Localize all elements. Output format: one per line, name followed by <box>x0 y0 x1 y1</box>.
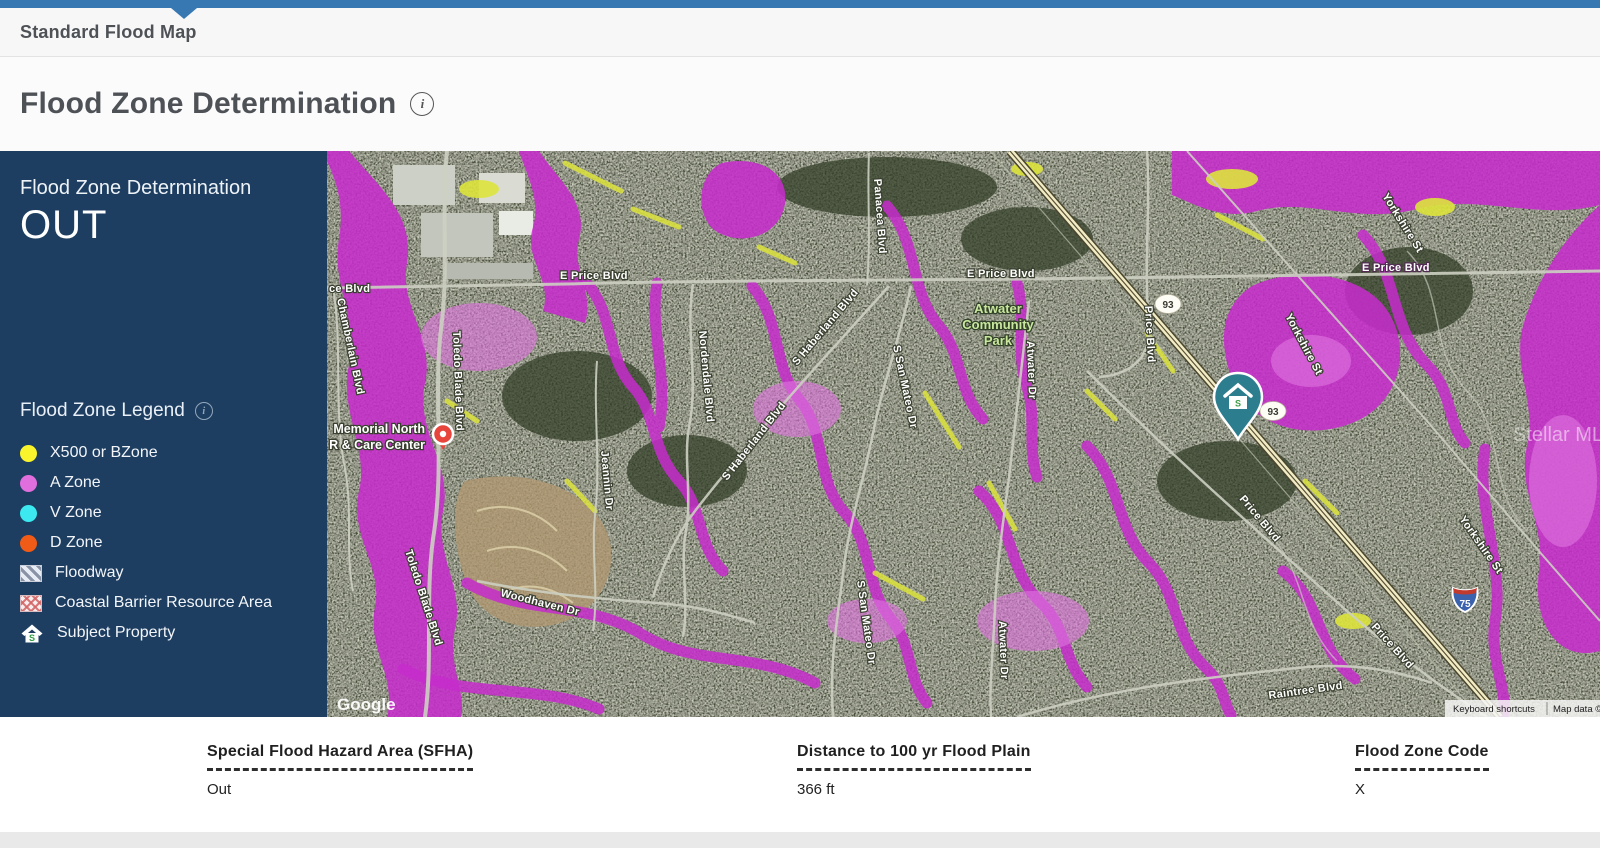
legend-item-floodway: Floodway <box>20 558 307 588</box>
floodway-stripes-swatch <box>20 565 42 582</box>
route-93-badge: 93 <box>1155 295 1181 314</box>
keyboard-shortcuts-link[interactable]: Keyboard shortcuts <box>1453 704 1535 715</box>
x500-zone-swatch <box>20 445 37 462</box>
legend-item-coastal-barrier: Coastal Barrier Resource Area <box>20 588 307 618</box>
footer-strip <box>0 832 1600 848</box>
page-title: Flood Zone Determination <box>20 87 396 121</box>
v-zone-swatch <box>20 505 37 522</box>
route-93-badge: 93 <box>1260 402 1286 421</box>
legend-label: Subject Property <box>57 624 175 642</box>
legend-label: X500 or BZone <box>50 444 158 462</box>
poi-label: R & Care Center <box>329 438 425 452</box>
legend-item-d-zone: D Zone <box>20 528 307 558</box>
subject-pin-s-glyph: S <box>1235 399 1241 409</box>
svg-text:93: 93 <box>1267 407 1279 418</box>
street-label: ce Blvd <box>329 283 370 295</box>
house-icon: S <box>20 623 44 644</box>
legend-title: Flood Zone Legend <box>20 400 185 422</box>
legend-item-a-zone: A Zone <box>20 468 307 498</box>
flood-zone-code-label: Flood Zone Code <box>1355 743 1489 771</box>
legend-label: V Zone <box>50 504 102 522</box>
svg-text:93: 93 <box>1162 300 1174 311</box>
distance-label: Distance to 100 yr Flood Plain <box>797 743 1031 771</box>
street-label: E Price Blvd <box>967 268 1035 280</box>
tab-bar: Standard Flood Map <box>0 8 1600 57</box>
sfha-value: Out <box>207 781 473 798</box>
sfha-label: Special Flood Hazard Area (SFHA) <box>207 743 473 771</box>
sfha-summary: Special Flood Hazard Area (SFHA) Out <box>207 743 473 798</box>
page-header: Flood Zone Determination i <box>0 57 1600 151</box>
legend-item-subject-property: S Subject Property <box>20 618 307 648</box>
flood-map-canvas[interactable]: ce Blvd E Price Blvd E Price Blvd E Pric… <box>327 151 1600 717</box>
street-label: Atwater Dr <box>1024 341 1038 400</box>
summary-section: Special Flood Hazard Area (SFHA) Out Dis… <box>0 717 1600 848</box>
d-zone-swatch <box>20 535 37 552</box>
legend-label: Coastal Barrier Resource Area <box>55 594 272 612</box>
active-tab-accent-bar <box>0 0 1600 8</box>
determination-result: OUT <box>20 200 307 250</box>
distance-value: 366 ft <box>797 781 1031 798</box>
map-data-attribution: Map data ©2 <box>1553 704 1600 715</box>
legend-label: A Zone <box>50 474 101 492</box>
street-label: E Price Blvd <box>1362 262 1430 274</box>
flood-zone-code-summary: Flood Zone Code X <box>1355 743 1489 798</box>
svg-text:Park: Park <box>984 333 1013 348</box>
tab-standard-flood-map[interactable]: Standard Flood Map <box>20 22 197 43</box>
legend-item-v-zone: V Zone <box>20 498 307 528</box>
google-logo[interactable]: Google <box>337 695 396 714</box>
info-icon[interactable]: i <box>410 92 434 116</box>
distance-summary: Distance to 100 yr Flood Plain 366 ft <box>797 743 1031 798</box>
flood-map-section: Flood Zone Determination OUT Flood Zone … <box>0 151 1600 717</box>
svg-text:Atwater: Atwater <box>974 301 1022 316</box>
a-zone-swatch <box>20 475 37 492</box>
legend-item-x500: X500 or BZone <box>20 438 307 468</box>
legend-label: Floodway <box>55 564 123 582</box>
determination-panel: Flood Zone Determination OUT Flood Zone … <box>0 151 327 717</box>
poi-label: Memorial North <box>333 422 425 436</box>
house-s-glyph: S <box>29 633 35 643</box>
active-tab-caret <box>171 8 197 19</box>
map-attribution: Keyboard shortcuts Map data ©2 <box>1445 700 1600 717</box>
legend-info-icon[interactable]: i <box>195 402 213 420</box>
legend-label: D Zone <box>50 534 102 552</box>
street-label: E Price Blvd <box>560 270 628 282</box>
flood-map-svg: ce Blvd E Price Blvd E Price Blvd E Pric… <box>327 151 1600 717</box>
svg-text:Community: Community <box>962 317 1034 332</box>
coastal-barrier-crosshatch-swatch <box>20 595 42 612</box>
panel-title: Flood Zone Determination <box>20 177 307 200</box>
flood-zone-legend: Flood Zone Legend i X500 or BZone A Zone… <box>20 400 307 648</box>
stellar-mls-watermark: Stellar MLS <box>1513 424 1600 446</box>
street-label: Atwater Dr <box>996 621 1010 680</box>
flood-zone-code-value: X <box>1355 781 1489 798</box>
svg-text:75: 75 <box>1459 599 1471 610</box>
